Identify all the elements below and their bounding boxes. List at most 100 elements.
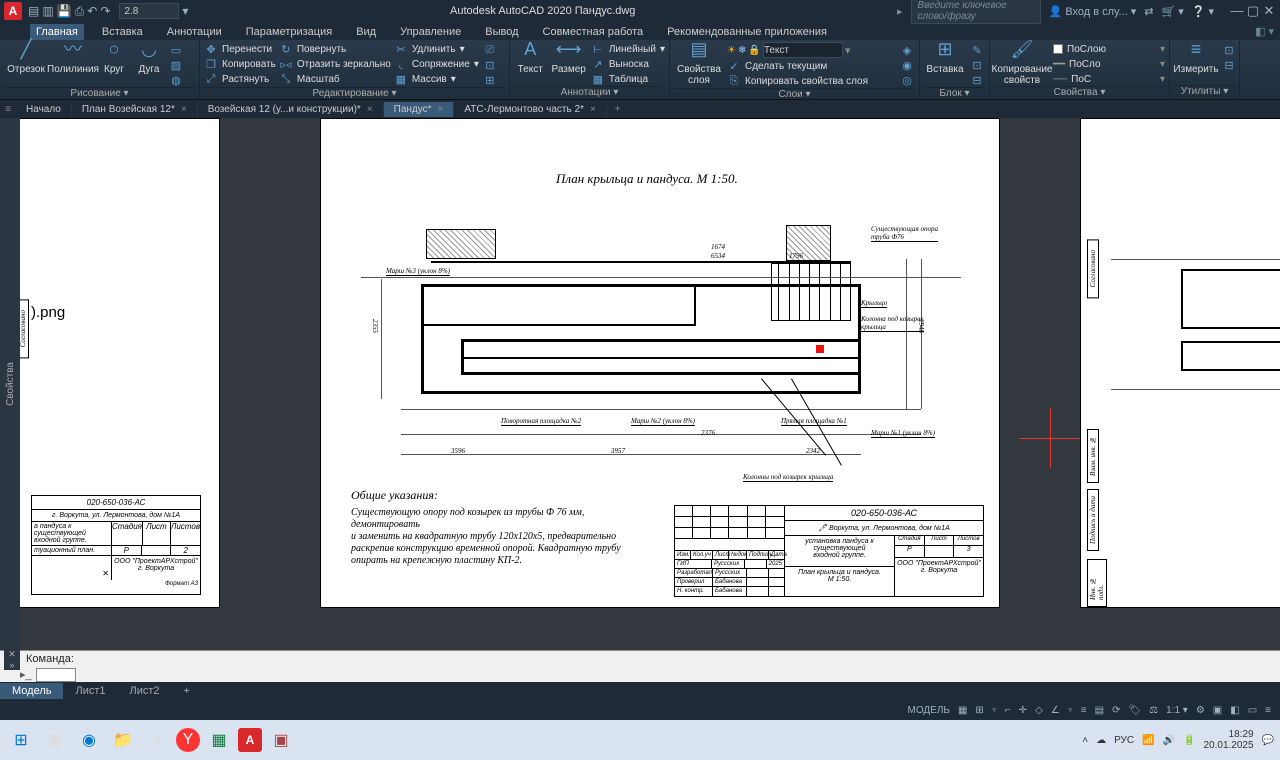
- autocad-icon[interactable]: A: [238, 728, 262, 752]
- copy-layerprops-button[interactable]: ⎘Копировать свойства слоя: [727, 74, 896, 88]
- notifications-icon[interactable]: 💬: [1262, 735, 1274, 746]
- tab-featured[interactable]: Рекомендованные приложения: [661, 24, 833, 40]
- layer-icon[interactable]: ◈: [899, 44, 915, 57]
- ellipse-icon[interactable]: ◍: [168, 74, 184, 87]
- file-tab[interactable]: План Возейская 12*×: [72, 102, 198, 117]
- modify-icon[interactable]: ⊞: [482, 74, 498, 87]
- table-button[interactable]: ▦Таблица: [591, 72, 665, 86]
- help-icon[interactable]: ❔ ▾: [1192, 5, 1214, 18]
- app-icon[interactable]: ▣: [266, 725, 296, 755]
- text-button[interactable]: AТекст: [514, 42, 547, 75]
- block-icon[interactable]: ⊡: [969, 59, 985, 72]
- battery-icon[interactable]: 🔋: [1183, 735, 1195, 746]
- ortho-icon[interactable]: ⌐: [1002, 705, 1014, 716]
- matchprops-button[interactable]: 🖌Копирование свойств: [994, 42, 1050, 86]
- wifi-icon[interactable]: 📶: [1142, 735, 1154, 746]
- ribbon-extra-icon[interactable]: ◧: [1255, 25, 1265, 38]
- scale-ratio[interactable]: 1:1 ▾: [1163, 705, 1191, 716]
- maximize-icon[interactable]: ▢: [1246, 3, 1260, 19]
- new-icon[interactable]: ▤: [28, 4, 39, 18]
- chrome-icon[interactable]: ◕: [142, 725, 172, 755]
- array-button[interactable]: ▦Массив ▾: [394, 72, 479, 86]
- add-layout-tab[interactable]: +: [172, 683, 202, 699]
- start-button[interactable]: ⊞: [6, 725, 36, 755]
- file-tab[interactable]: Начало: [16, 102, 72, 117]
- panel-title-layers[interactable]: Слои ▾: [674, 88, 915, 101]
- panel-title-props[interactable]: Свойства ▾: [994, 86, 1165, 99]
- hatch-icon[interactable]: ▨: [168, 59, 184, 72]
- layer-icon[interactable]: ◎: [899, 74, 915, 87]
- close-tab-icon[interactable]: ×: [181, 104, 187, 115]
- polyline-button[interactable]: 〰Полилиния: [51, 42, 95, 75]
- tab-output[interactable]: Вывод: [479, 24, 524, 40]
- anno-icon[interactable]: 🏷: [1125, 705, 1144, 716]
- clock[interactable]: 18:29 20.01.2025: [1203, 729, 1253, 751]
- panel-title-draw[interactable]: Рисование ▾: [4, 87, 195, 100]
- close-tab-icon[interactable]: ×: [438, 104, 444, 115]
- iso-icon[interactable]: ◧: [1227, 705, 1242, 716]
- color-select[interactable]: ПоСлою ▾: [1053, 42, 1165, 56]
- drawing-canvas[interactable]: [-][Сверху][2D-каркас] — ▢ ✕ ).png 020-6…: [20, 118, 1280, 650]
- customize-icon[interactable]: ≡: [1262, 705, 1274, 716]
- lwt-icon[interactable]: ≡: [1078, 705, 1090, 716]
- tab-collab[interactable]: Совместная работа: [537, 24, 650, 40]
- extend-button[interactable]: ✂Удлинить ▾: [394, 42, 479, 56]
- explorer-icon[interactable]: 📁: [108, 725, 138, 755]
- saveas-icon[interactable]: ⎙: [75, 4, 85, 19]
- scale-button[interactable]: ⤡Масштаб: [279, 72, 391, 86]
- tab-annotate[interactable]: Аннотации: [161, 24, 228, 40]
- taskview-icon[interactable]: ▣: [40, 725, 70, 755]
- measure-button[interactable]: ≡Измерить: [1174, 42, 1218, 75]
- layout-tab[interactable]: Лист2: [118, 683, 172, 699]
- copy-button[interactable]: ❐Копировать: [204, 57, 276, 71]
- clean-icon[interactable]: ▭: [1245, 705, 1260, 716]
- app-store-icon[interactable]: 🛒 ▾: [1161, 5, 1183, 18]
- close-tab-icon[interactable]: ×: [590, 104, 596, 115]
- redo-icon[interactable]: ↷: [100, 4, 110, 18]
- rotate-button[interactable]: ↻Повернуть: [279, 42, 391, 56]
- line-button[interactable]: ╱Отрезок: [4, 42, 48, 75]
- open-icon[interactable]: ▥: [42, 4, 53, 18]
- file-tab[interactable]: Возейская 12 (у...и конструкции)*×: [198, 102, 384, 117]
- model-tab[interactable]: Модель: [0, 683, 63, 699]
- tab-home[interactable]: Главная: [30, 24, 84, 40]
- close-window-icon[interactable]: ✕: [1262, 3, 1276, 19]
- track-icon[interactable]: ∠: [1048, 705, 1063, 716]
- ribbon-extra-icon[interactable]: ▾: [1268, 25, 1274, 38]
- util-icon[interactable]: ⊟: [1221, 59, 1237, 72]
- search-input[interactable]: Введите ключевое слово/фразу: [911, 0, 1041, 24]
- dim-button[interactable]: ⟷Размер: [550, 42, 588, 75]
- panel-title-modify[interactable]: Редактирование ▾: [204, 87, 505, 100]
- make-current-button[interactable]: ✓Сделать текущим: [727, 59, 896, 73]
- panel-title-utils[interactable]: Утилиты ▾: [1174, 85, 1235, 99]
- properties-panel-collapsed[interactable]: Свойства: [0, 118, 20, 650]
- leader-button[interactable]: ↗Выноска: [591, 57, 665, 71]
- polar-icon[interactable]: ✛: [1016, 705, 1030, 716]
- move-button[interactable]: ✥Перенести: [204, 42, 276, 56]
- status-model[interactable]: МОДЕЛЬ: [904, 705, 952, 716]
- gear-icon[interactable]: ⚙: [1193, 705, 1208, 716]
- layerprops-button[interactable]: ▤Свойства слоя: [674, 42, 724, 86]
- layer-icon[interactable]: ◉: [899, 59, 915, 72]
- layout-tab[interactable]: Лист1: [63, 683, 117, 699]
- lineweight-select[interactable]: ━━ ПоСло ▾: [1053, 57, 1165, 71]
- exchange-icon[interactable]: ⇄: [1144, 5, 1153, 18]
- util-icon[interactable]: ⊡: [1221, 44, 1237, 57]
- lang-indicator[interactable]: РУС: [1114, 735, 1134, 746]
- tab-manage[interactable]: Управление: [394, 24, 467, 40]
- excel-icon[interactable]: ▦: [204, 725, 234, 755]
- scale-icon[interactable]: ⚖: [1146, 705, 1161, 716]
- block-icon[interactable]: ⊟: [969, 74, 985, 87]
- insert-block-button[interactable]: ⊞Вставка: [924, 42, 966, 75]
- yandex-icon[interactable]: Y: [176, 728, 200, 752]
- snap-icon[interactable]: ⊞: [972, 705, 986, 716]
- login-button[interactable]: 👤 Вход в слу... ▾: [1049, 5, 1137, 18]
- panel-title-block[interactable]: Блок ▾: [924, 87, 985, 100]
- linear-button[interactable]: ⊢Линейный ▾: [591, 42, 665, 56]
- tab-parametric[interactable]: Параметризация: [240, 24, 338, 40]
- panel-title-anno[interactable]: Аннотации ▾: [514, 86, 665, 99]
- circle-button[interactable]: ○Круг: [98, 42, 130, 75]
- app-menu-button[interactable]: A: [4, 2, 22, 20]
- close-tab-icon[interactable]: ×: [367, 104, 373, 115]
- modify-icon[interactable]: ⎚: [482, 44, 498, 57]
